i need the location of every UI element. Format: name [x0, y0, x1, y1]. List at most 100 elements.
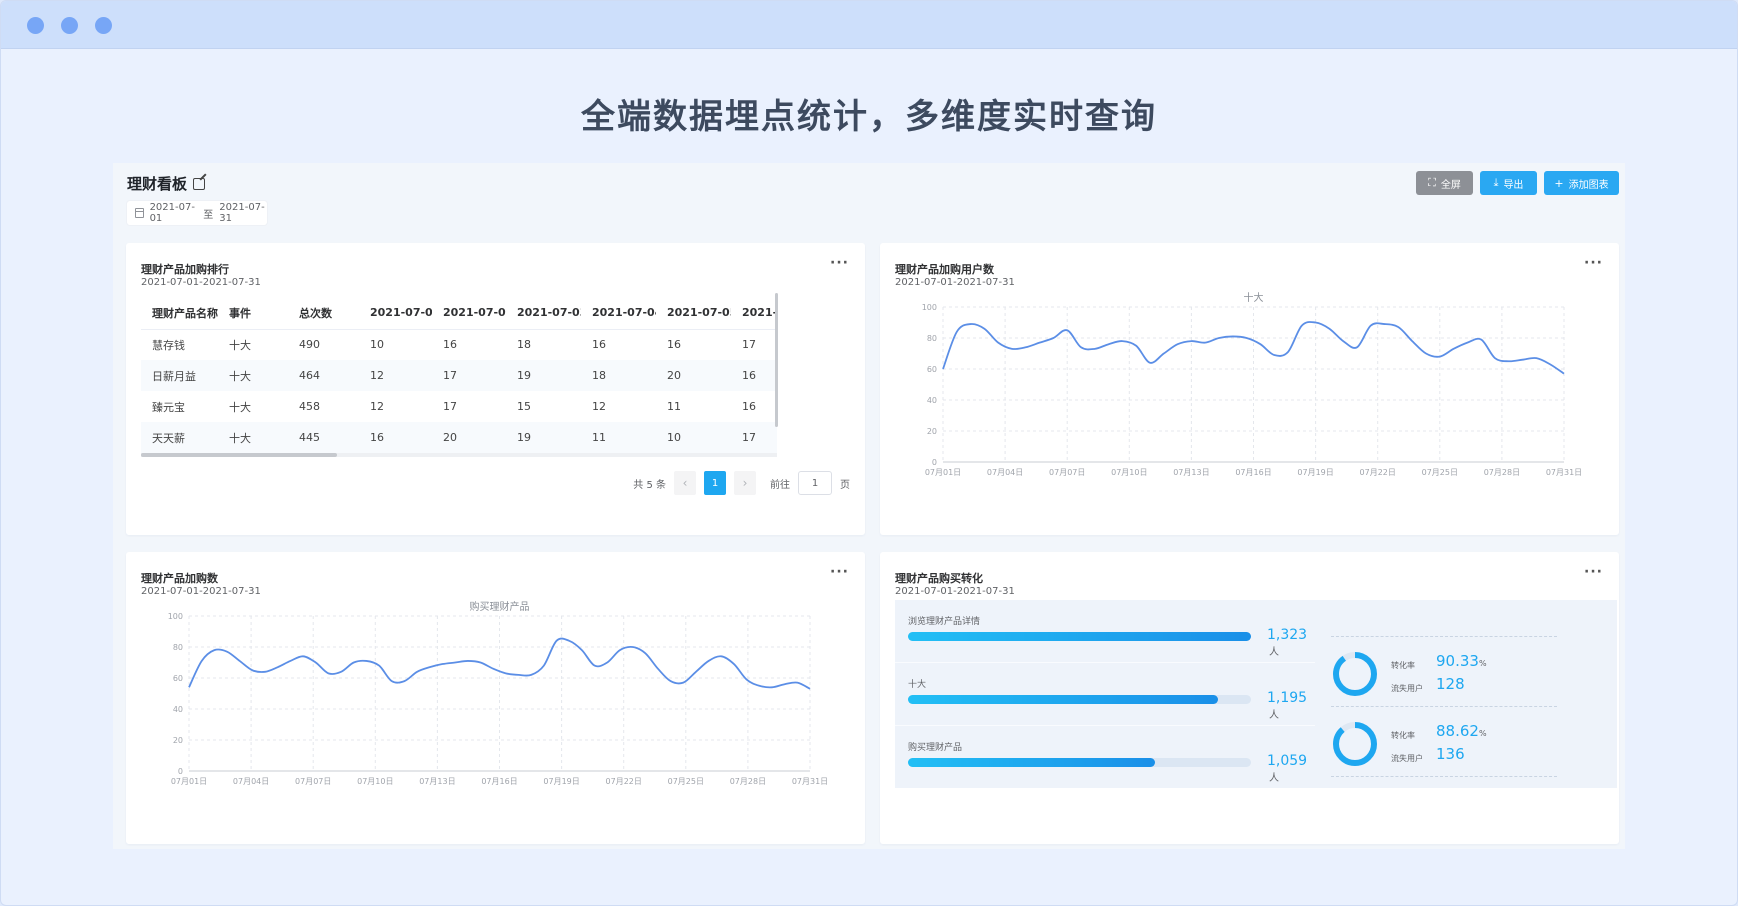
- fullscreen-icon: ⛶: [1428, 176, 1436, 189]
- x-tick-label: 07月01日: [925, 468, 961, 477]
- funnel-step-label: 购买理财产品: [908, 743, 963, 753]
- ranking-table: 理财产品名称事件总次数2021-07-012021-07-022021-07-0…: [141, 297, 777, 453]
- funnel-bar-track: [908, 758, 1251, 767]
- dashboard-title: 理财看板: [127, 173, 206, 194]
- next-page-button[interactable]: ›: [734, 471, 756, 495]
- column-header[interactable]: 理财产品名称: [141, 297, 218, 330]
- table-cell: 十大: [229, 338, 251, 352]
- conversion-rate-value: 90.33%: [1436, 652, 1487, 670]
- x-tick-label: 07月28日: [1484, 468, 1520, 477]
- dashboard: 理财看板 2021-07-01 至 2021-07-31 ⛶ 全屏 ⤓ 导出 +…: [113, 163, 1625, 849]
- lost-users-label: 流失用户: [1391, 754, 1423, 763]
- y-tick-label: 80: [173, 643, 183, 652]
- window-minimize-dot[interactable]: [61, 17, 78, 34]
- column-header[interactable]: 2021-07-02: [432, 297, 506, 330]
- column-header[interactable]: 2021-07-01: [359, 297, 432, 330]
- funnel-step-value: 1,323 人: [1267, 627, 1315, 659]
- funnel-bar-fill: [908, 632, 1251, 641]
- table-body: 慧存钱十大49010161816161716日薪月益十大464121719182…: [141, 329, 777, 453]
- table-cell: 十大: [218, 360, 288, 391]
- table-row[interactable]: 慧存钱十大49010161816161716: [141, 329, 777, 360]
- legend-label[interactable]: 购买理财产品: [470, 600, 530, 613]
- table-cell: 16: [742, 400, 756, 413]
- x-tick-label: 07月19日: [543, 777, 579, 786]
- more-icon[interactable]: ···: [830, 255, 849, 271]
- y-tick-label: 40: [173, 705, 183, 714]
- add-chart-button[interactable]: + 添加图表: [1544, 171, 1619, 195]
- prev-page-button[interactable]: ‹: [674, 471, 696, 495]
- funnel-step-label: 十大: [908, 680, 927, 690]
- table-cell: 458: [299, 400, 320, 413]
- date-start: 2021-07-01: [149, 202, 195, 224]
- x-tick-label: 07月10日: [1111, 468, 1147, 477]
- export-button[interactable]: ⤓ 导出: [1480, 171, 1537, 195]
- card-subtitle: 2021-07-01-2021-07-31: [895, 586, 1015, 597]
- conversion-rate-label: 转化率: [1391, 731, 1415, 740]
- fullscreen-button-label: 全屏: [1440, 179, 1461, 191]
- date-range-picker[interactable]: 2021-07-01 至 2021-07-31: [127, 201, 267, 225]
- x-tick-label: 07月25日: [668, 777, 704, 786]
- y-tick-label: 0: [178, 767, 183, 776]
- table-cell: 日薪月益: [141, 360, 218, 391]
- goto-label: 前往: [770, 479, 790, 491]
- add-count-card: 理财产品加购数 2021-07-01-2021-07-31 ··· 0 20 40 6…: [126, 552, 865, 844]
- legend-label[interactable]: 十大: [1244, 291, 1264, 304]
- funnel-bar-track: [908, 632, 1251, 641]
- table-cell: 17: [731, 422, 777, 453]
- vertical-scrollbar[interactable]: [775, 293, 778, 427]
- window-maximize-dot[interactable]: [95, 17, 112, 34]
- table-row[interactable]: 天天薪十大44516201911101719: [141, 422, 777, 453]
- date-separator: 至: [203, 209, 214, 221]
- funnel-step-value: 1,195 人: [1267, 690, 1315, 722]
- x-tick-label: 07月13日: [419, 777, 455, 786]
- funnel-value-number: 1,195: [1267, 690, 1308, 706]
- funnel-value-number: 1,059: [1267, 753, 1308, 769]
- goto-page-input[interactable]: [798, 471, 832, 495]
- table-cell: 慧存钱: [152, 338, 185, 352]
- lost-users-value: 128: [1436, 675, 1465, 693]
- column-header[interactable]: 总次数: [288, 297, 359, 330]
- table-cell: 16: [359, 422, 432, 453]
- series-line[interactable]: [942, 321, 1565, 375]
- table-cell: 17: [742, 338, 756, 352]
- table-row[interactable]: 臻元宝十大45812171512111619: [141, 391, 777, 422]
- pagination-total: 共 5 条: [633, 479, 666, 491]
- page-1-button[interactable]: 1: [704, 471, 726, 495]
- hero-title: 全端数据埋点统计，多维度实时查询: [581, 97, 1157, 137]
- export-button-label: 导出: [1503, 179, 1524, 191]
- table-cell: 16: [443, 338, 457, 352]
- column-header[interactable]: 2021-07-03: [506, 297, 581, 330]
- lost-users-label: 流失用户: [1391, 684, 1423, 693]
- x-tick-label: 07月04日: [233, 777, 269, 786]
- x-tick-label: 07月07日: [295, 777, 331, 786]
- date-end: 2021-07-31: [219, 202, 265, 224]
- x-tick-label: 07月01日: [171, 777, 207, 786]
- user-count-card: 理财产品加购用户数 2021-07-01-2021-07-31 ··· 0 20 4…: [880, 243, 1619, 535]
- column-header[interactable]: 2021-07-06: [731, 297, 777, 330]
- table-cell: 20: [656, 360, 731, 391]
- conversion-stat: 转化率 88.62% 流失用户 136: [1331, 710, 1557, 772]
- lost-users-value: 136: [1436, 745, 1465, 763]
- table-cell: 10: [370, 338, 384, 352]
- y-tick-label: 80: [927, 334, 937, 343]
- table-row[interactable]: 日薪月益十大46412171918201614: [141, 360, 777, 391]
- user-count-line-chart: 0 20 40 60 80 100 07月01日 07月04日 07月07日 07月10日 07月1…: [922, 291, 1582, 477]
- x-tick-label: 07月28日: [730, 777, 766, 786]
- funnel-step: 十大 1,195 人: [895, 663, 1315, 725]
- funnel-step: 浏览理财产品详情 1,323 人: [895, 600, 1315, 662]
- horizontal-scrollbar-thumb[interactable]: [141, 453, 337, 457]
- pagination: 共 5 条 ‹ 1 › 前往 页: [633, 471, 850, 495]
- x-tick-label: 07月19日: [1297, 468, 1333, 477]
- fullscreen-button[interactable]: ⛶ 全屏: [1416, 171, 1473, 195]
- y-tick-label: 60: [927, 365, 937, 374]
- column-header[interactable]: 2021-07-04: [581, 297, 656, 330]
- table-cell: 10: [656, 422, 731, 453]
- column-header[interactable]: 2021-07-05: [656, 297, 731, 330]
- more-icon[interactable]: ···: [1584, 564, 1603, 580]
- x-tick-label: 07月16日: [1235, 468, 1271, 477]
- funnel-bar-fill: [908, 758, 1155, 767]
- window-close-dot[interactable]: [27, 17, 44, 34]
- percent-sign: %: [1478, 729, 1487, 738]
- column-header[interactable]: 事件: [218, 297, 288, 330]
- edit-icon[interactable]: [193, 177, 206, 190]
